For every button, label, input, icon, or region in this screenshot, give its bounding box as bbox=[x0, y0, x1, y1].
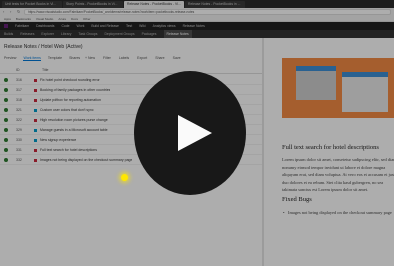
cursor-highlight bbox=[121, 174, 128, 181]
play-icon[interactable] bbox=[134, 71, 246, 195]
